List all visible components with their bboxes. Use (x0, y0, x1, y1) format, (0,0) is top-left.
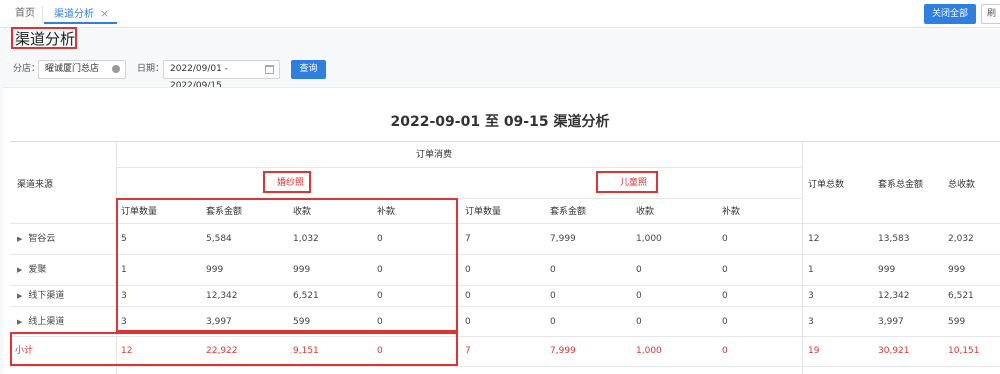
table-row-source[interactable]: ▶ 线上渠道 (17, 315, 64, 329)
table-cell: 0 (636, 291, 642, 301)
header-child: 儿童照 (620, 178, 648, 188)
table-cell: 0 (722, 265, 728, 275)
table-cell: 0 (722, 291, 728, 301)
header-total-amount: 套系总金额 (878, 180, 924, 190)
tab-channel-analysis[interactable]: 渠道分析 × (44, 4, 118, 24)
table-cell: 0 (550, 317, 556, 327)
header-child-amount: 套系金额 (550, 207, 587, 217)
table-cell: 3 (121, 291, 127, 301)
subtotal-cell: 30,921 (878, 346, 910, 356)
table-cell: 599 (948, 317, 966, 327)
subtotal-cell: 7 (465, 346, 471, 356)
table-cell: 0 (722, 234, 728, 244)
table-cell: 6,521 (948, 291, 974, 301)
subtotal-cell: 12 (121, 346, 133, 356)
subtotal-cell: 22,922 (206, 346, 238, 356)
header-total-received: 总收款 (948, 180, 976, 190)
table-cell: 0 (465, 265, 471, 275)
date-label: 日期： (137, 64, 165, 74)
table-cell: 3 (121, 317, 127, 327)
page-title: 渠道分析 (11, 27, 77, 49)
table-cell: 0 (377, 291, 383, 301)
table-cell: 0 (636, 317, 642, 327)
table-cell: 0 (722, 317, 728, 327)
tab-bar: 首页 渠道分析 × 关闭全部 刷 (0, 0, 1000, 28)
table-cell: 0 (465, 291, 471, 301)
subtotal-label: 小计 (15, 346, 34, 356)
table-cell: 599 (293, 317, 311, 327)
table-cell: 999 (293, 265, 311, 275)
close-all-button[interactable]: 关闭全部 (924, 4, 976, 24)
table-cell: 3 (808, 291, 814, 301)
table-cell: 0 (377, 265, 383, 275)
table-cell: 12,342 (206, 291, 238, 301)
report-table: 渠道来源 订单消费 婚纱照 儿童照 订单数量 套系金额 收款 补款 订单数量 套… (10, 141, 1000, 374)
tab-label: 渠道分析 (54, 9, 94, 20)
table-cell: 0 (377, 234, 383, 244)
table-cell: 999 (206, 265, 224, 275)
table-cell: 13,583 (878, 234, 910, 244)
header-child-supplement: 补款 (722, 207, 741, 217)
expand-arrow-icon[interactable]: ▶ (17, 292, 22, 300)
table-cell: 5 (121, 234, 127, 244)
table-cell: 0 (550, 291, 556, 301)
table-cell: 3,997 (206, 317, 232, 327)
table-row-source[interactable]: ▶ 爱聚 (17, 263, 46, 277)
table-cell: 3 (808, 317, 814, 327)
table-cell: 12,342 (878, 291, 910, 301)
header-order-consumption: 订单消费 (416, 150, 453, 160)
table-cell: 5,584 (206, 234, 232, 244)
header-total-orders: 订单总数 (808, 180, 845, 190)
table-cell: 0 (550, 265, 556, 275)
expand-arrow-icon[interactable]: ▶ (17, 235, 22, 243)
expand-arrow-icon[interactable]: ▶ (17, 318, 22, 326)
tab-home[interactable]: 首页 (15, 4, 35, 24)
table-cell: 0 (465, 317, 471, 327)
table-cell: 1,000 (636, 234, 662, 244)
tab-divider (42, 6, 43, 22)
table-cell: 1 (121, 265, 127, 275)
store-select[interactable]: 曜诚厦门总店 (38, 60, 126, 79)
header-wedding-amount: 套系金额 (206, 207, 243, 217)
subtotal-cell: 7,999 (550, 346, 576, 356)
query-button[interactable]: 查询 (291, 60, 326, 79)
subtotal-cell: 0 (722, 346, 728, 356)
close-icon[interactable]: × (100, 7, 109, 20)
table-cell: 1 (808, 265, 814, 275)
subtotal-cell: 0 (377, 346, 383, 356)
annotation-box-wedding-data (116, 198, 458, 332)
header-child-orders: 订单数量 (465, 207, 502, 217)
table-cell: 999 (948, 265, 966, 275)
store-label: 分店： (13, 64, 41, 74)
table-cell: 6,521 (293, 291, 319, 301)
table-cell: 1,032 (293, 234, 319, 244)
header-source: 渠道来源 (17, 180, 54, 190)
table-cell: 0 (377, 317, 383, 327)
table-row-source[interactable]: ▶ 智谷云 (17, 232, 55, 246)
header-child-received: 收款 (636, 207, 655, 217)
header-wedding-orders: 订单数量 (121, 207, 158, 217)
report-title: 2022-09-01 至 09-15 渠道分析 (390, 114, 610, 130)
subtotal-cell: 9,151 (293, 346, 319, 356)
store-value: 曜诚厦门总店 (45, 64, 100, 74)
table-cell: 999 (878, 265, 896, 275)
subtotal-cell: 19 (808, 346, 820, 356)
table-cell: 7 (465, 234, 471, 244)
header-wedding-received: 收款 (293, 207, 312, 217)
table-row-source[interactable]: ▶ 线下渠道 (17, 289, 64, 303)
header-wedding: 婚纱照 (277, 178, 305, 188)
table-cell: 0 (636, 265, 642, 275)
table-cell: 12 (808, 234, 820, 244)
refresh-button[interactable]: 刷 (981, 4, 1000, 24)
table-cell: 3,997 (878, 317, 904, 327)
header-wedding-supplement: 补款 (377, 207, 396, 217)
table-cell: 2,032 (948, 234, 974, 244)
table-cell: 7,999 (550, 234, 576, 244)
expand-arrow-icon[interactable]: ▶ (17, 266, 22, 274)
calendar-icon[interactable] (265, 65, 274, 74)
subtotal-cell: 1,000 (636, 346, 662, 356)
clear-icon[interactable] (112, 65, 120, 73)
subtotal-cell: 10,151 (948, 346, 980, 356)
date-range-input[interactable]: 2022/09/01 - 2022/09/15 (163, 60, 280, 91)
